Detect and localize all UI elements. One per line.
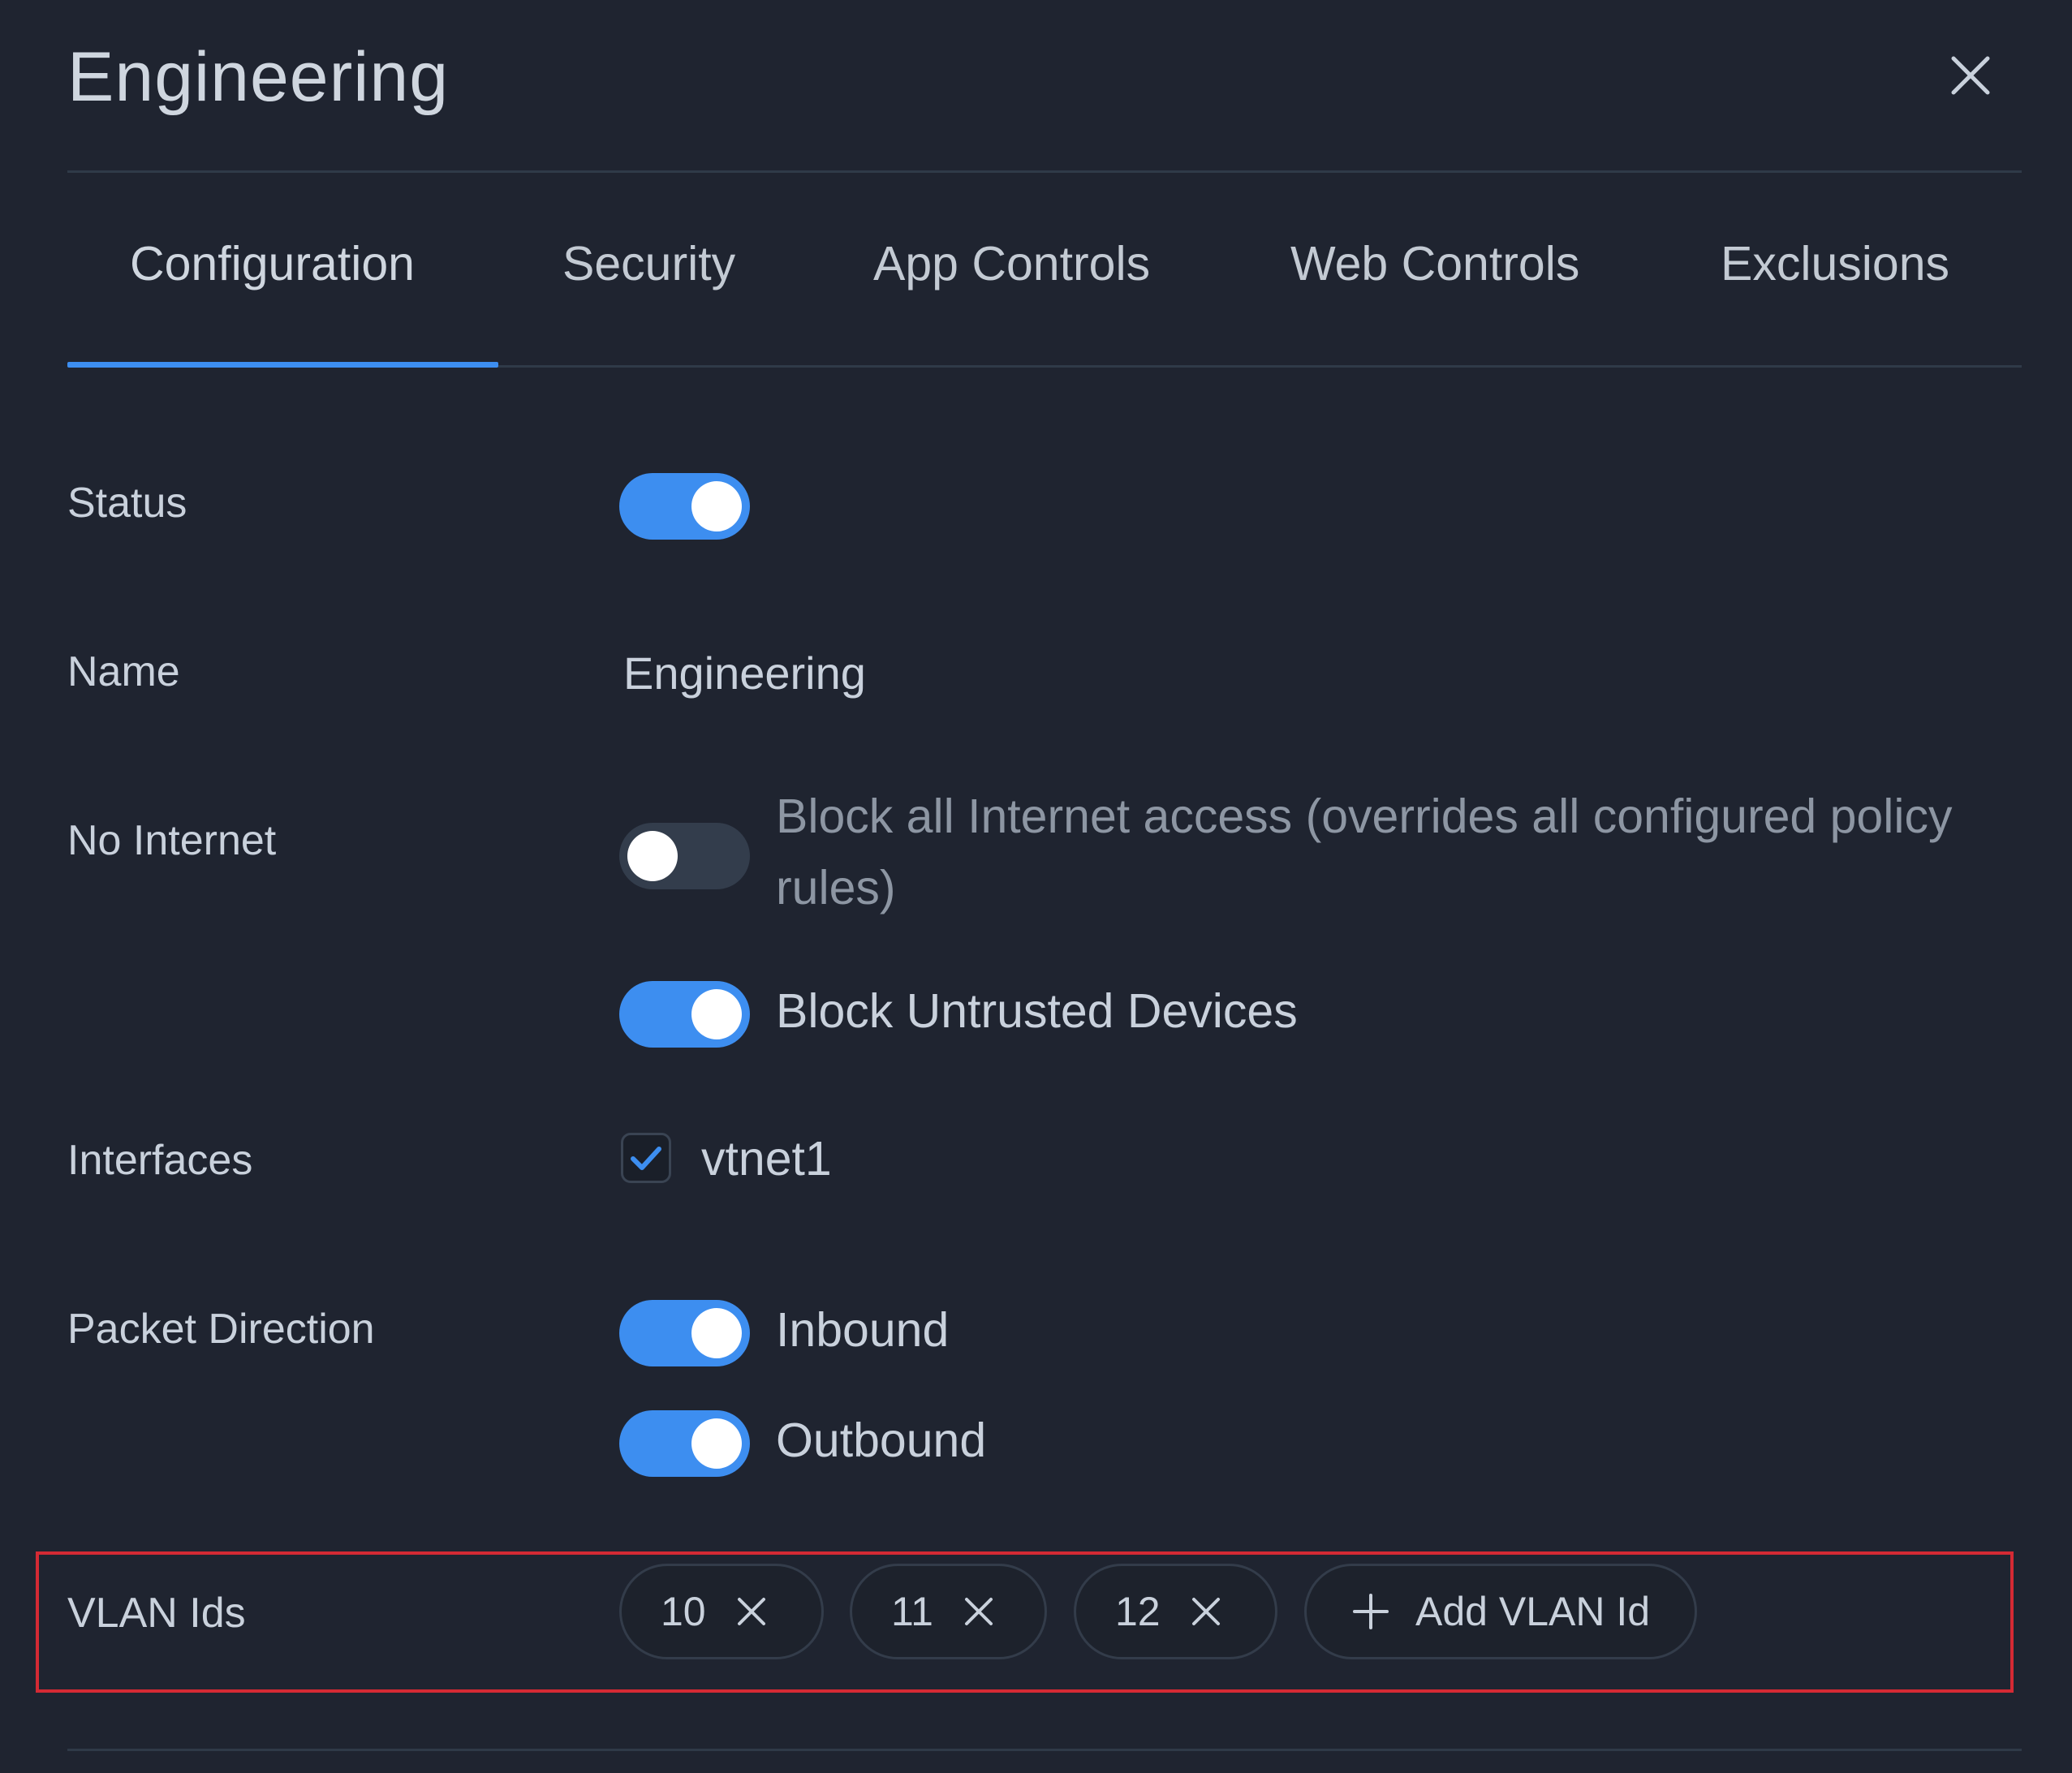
vlan-chip: 10	[619, 1564, 824, 1659]
tab-bar: Configuration Security App Controls Web …	[67, 211, 2022, 368]
outbound-toggle[interactable]	[619, 1410, 750, 1477]
interface-checkbox-vtnet1[interactable]	[621, 1133, 671, 1183]
name-label: Name	[67, 648, 180, 695]
tab-configuration[interactable]: Configuration	[130, 211, 415, 368]
close-icon	[1951, 56, 1990, 95]
active-tab-indicator	[67, 362, 498, 368]
tab-web-controls[interactable]: Web Controls	[1290, 211, 1579, 368]
close-button[interactable]	[1944, 49, 1997, 102]
remove-vlan-button[interactable]	[1190, 1595, 1222, 1628]
toggle-knob	[627, 831, 678, 881]
toggle-knob	[691, 1418, 742, 1469]
block-all-internet-toggle[interactable]	[619, 823, 750, 889]
inbound-text: Inbound	[776, 1303, 950, 1357]
checkmark-icon	[631, 1147, 661, 1170]
close-icon	[1191, 1598, 1220, 1625]
block-all-internet-text: Block all Internet access (overrides all…	[776, 790, 1953, 914]
toggle-knob	[691, 481, 742, 531]
add-vlan-label: Add VLAN Id	[1415, 1589, 1651, 1634]
tabs-divider	[498, 365, 2022, 368]
no-internet-label: No Internet	[67, 817, 277, 864]
header-divider	[67, 170, 2022, 173]
interface-name-vtnet1: vtnet1	[701, 1132, 832, 1186]
vlan-chip: 12	[1074, 1564, 1277, 1659]
vlan-chip-value: 10	[661, 1589, 706, 1634]
footer-divider	[67, 1749, 2022, 1751]
status-toggle[interactable]	[619, 473, 750, 540]
inbound-toggle[interactable]	[619, 1300, 750, 1366]
outbound-text: Outbound	[776, 1414, 987, 1467]
close-icon	[964, 1598, 993, 1625]
tab-exclusions[interactable]: Exclusions	[1721, 211, 1949, 368]
vlan-chip-value: 11	[891, 1589, 933, 1634]
toggle-knob	[691, 1308, 742, 1358]
tab-app-controls[interactable]: App Controls	[873, 211, 1150, 368]
close-icon	[737, 1598, 765, 1625]
vlan-chip: 11	[850, 1564, 1047, 1659]
remove-vlan-button[interactable]	[963, 1595, 995, 1628]
status-label: Status	[67, 480, 187, 527]
dialog-title: Engineering	[67, 38, 450, 116]
vlan-chip-value: 12	[1115, 1589, 1161, 1634]
interfaces-label: Interfaces	[67, 1137, 253, 1184]
remove-vlan-button[interactable]	[735, 1595, 768, 1628]
add-vlan-button[interactable]: Add VLAN Id	[1304, 1564, 1697, 1659]
name-value: Engineering	[623, 648, 866, 699]
tab-security[interactable]: Security	[562, 211, 735, 368]
block-untrusted-text: Block Untrusted Devices	[776, 984, 1298, 1038]
block-untrusted-toggle[interactable]	[619, 981, 750, 1048]
plus-icon	[1352, 1593, 1389, 1630]
toggle-knob	[691, 989, 742, 1039]
packet-direction-label: Packet Direction	[67, 1306, 375, 1353]
vlan-ids-label: VLAN Ids	[67, 1590, 246, 1637]
